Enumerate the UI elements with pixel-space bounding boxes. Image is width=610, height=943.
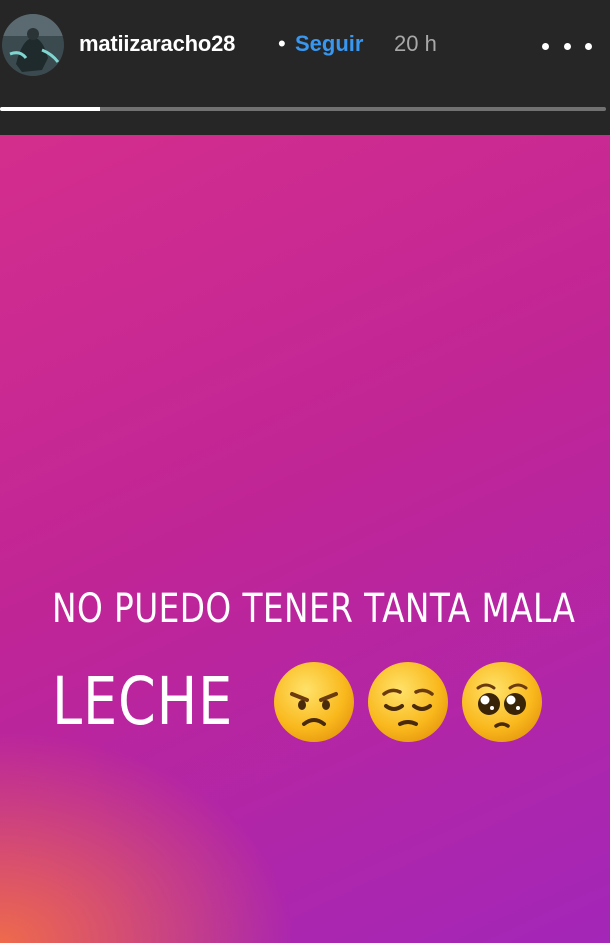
username[interactable]: matiizaracho28 [79, 31, 235, 57]
more-dot-icon [563, 42, 571, 50]
caption-line-2-row: LECHE [52, 660, 544, 744]
pensive-face-icon [368, 662, 448, 742]
story-caption: NO PUEDO TENER TANTA MALA [52, 585, 576, 633]
caption-line-1: NO PUEDO TENER TANTA MALA [52, 586, 576, 632]
caption-line-2: LECHE [52, 663, 234, 740]
story-header: matiizaracho28 • Seguir 20 h [0, 0, 610, 135]
more-options-button[interactable] [542, 32, 592, 60]
post-time: 20 h [394, 31, 437, 56]
story-viewer: matiizaracho28 • Seguir 20 h NO PUEDO TE… [0, 0, 610, 943]
story-progress-fill [0, 107, 100, 111]
pleading-face-icon [462, 662, 542, 742]
story-canvas[interactable] [0, 135, 610, 943]
more-dot-icon [542, 42, 549, 50]
follow-button[interactable]: Seguir [295, 31, 363, 57]
separator-dot: • [278, 31, 286, 56]
story-progress-bar [0, 107, 606, 111]
angry-face-icon [274, 662, 354, 742]
avatar[interactable] [2, 14, 64, 76]
more-dot-icon [585, 42, 592, 50]
avatar-image [2, 14, 64, 76]
